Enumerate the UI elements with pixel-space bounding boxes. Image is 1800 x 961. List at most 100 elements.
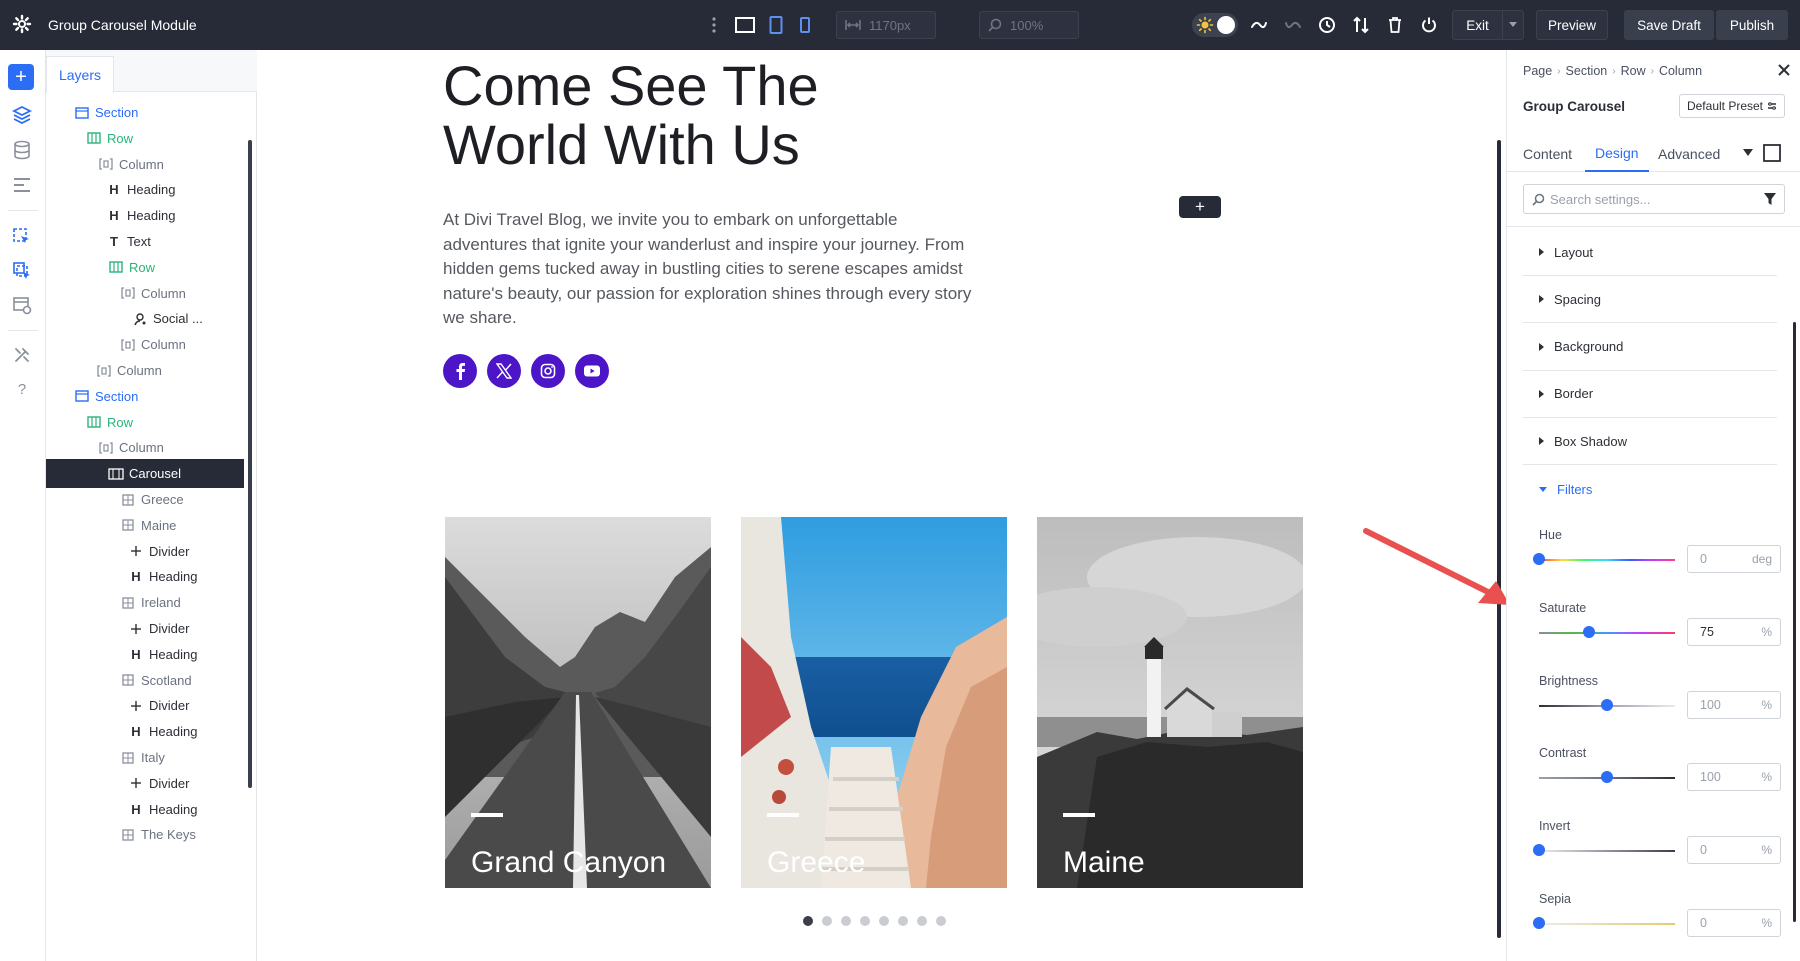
gear-icon[interactable] [12,14,32,34]
theme-toggle[interactable] [1192,13,1238,37]
filter-input-saturate[interactable]: 75% [1687,617,1781,646]
cursor-select-icon[interactable] [11,226,33,248]
carousel-dot[interactable] [822,916,832,926]
filter-input-sepia[interactable]: 0% [1687,909,1781,937]
exit-button[interactable]: Exit [1452,10,1502,40]
layer-node-row[interactable]: Row [46,253,244,282]
layer-node-section[interactable]: Section [46,382,244,411]
layer-node-heading[interactable]: H Heading [46,717,244,746]
hero-heading[interactable]: Come See The World With Us [443,56,1003,174]
tab-content[interactable]: Content [1523,136,1572,172]
exit-dropdown-button[interactable] [1502,10,1524,40]
x-icon[interactable] [487,354,521,388]
filter-slider-invert[interactable] [1533,844,1675,857]
facebook-icon[interactable] [443,354,477,388]
layer-node-ireland[interactable]: Ireland [46,588,244,617]
tab-layers[interactable]: Layers [46,56,114,93]
layer-node-text[interactable]: T Text [46,227,244,256]
history-icon[interactable] [1316,14,1338,36]
add-module-button[interactable]: + [8,64,34,90]
filter-input-invert[interactable]: 0% [1687,836,1781,865]
layer-node-section[interactable]: Section [46,98,244,127]
layer-node-divider[interactable]: Divider [46,614,244,643]
layer-node-column[interactable]: Column [46,356,244,385]
carousel-dot[interactable] [936,916,946,926]
settings-group-filters[interactable]: Filters [1523,466,1777,513]
carousel-dot[interactable] [917,916,927,926]
filter-input-contrast[interactable]: 100% [1687,763,1781,792]
more-vertical-icon[interactable] [703,14,725,36]
trash-icon[interactable] [1384,14,1406,36]
breadcrumb-item[interactable]: Section [1566,64,1608,78]
filter-slider-brightness[interactable] [1539,698,1675,711]
layer-node-column[interactable]: Column [46,279,244,308]
layer-node-row[interactable]: Row [46,408,244,437]
filter-input-brightness[interactable]: 100% [1687,690,1781,719]
layer-node-maine[interactable]: Maine [46,511,244,540]
save-draft-button[interactable]: Save Draft [1624,10,1714,40]
slider-handle[interactable] [1533,917,1545,929]
width-field[interactable]: 1170px [836,11,936,39]
layer-node-divider[interactable]: Divider [46,537,244,566]
carousel-dot[interactable] [803,916,813,926]
layer-node-italy[interactable]: Italy [46,743,244,772]
redo-icon[interactable] [1282,14,1304,36]
layer-node-column[interactable]: Column [46,330,244,359]
layer-node-heading[interactable]: H Heading [46,795,244,824]
carousel-dot[interactable] [879,916,889,926]
tools-icon[interactable] [11,344,33,366]
layer-node-column[interactable]: Column [46,150,244,179]
tab-design[interactable]: Design [1585,136,1649,172]
close-icon[interactable] [1777,63,1791,77]
layer-node-heading[interactable]: H Heading [46,175,244,204]
carousel-dot[interactable] [841,916,851,926]
structure-icon[interactable] [11,174,33,196]
layers-scrollbar[interactable] [248,140,252,788]
youtube-icon[interactable] [575,354,609,388]
tab-advanced[interactable]: Advanced [1658,136,1720,172]
instagram-icon[interactable] [531,354,565,388]
settings-group-spacing[interactable]: Spacing [1523,276,1777,324]
layer-node-carousel[interactable]: Carousel [46,459,244,489]
layers-icon[interactable] [11,104,33,126]
multi-select-icon[interactable] [11,260,33,282]
breadcrumb-item[interactable]: Row [1621,64,1646,78]
carousel-card-maine[interactable]: Maine [1037,517,1303,888]
filter-icon[interactable] [1764,193,1776,206]
filter-slider-hue[interactable] [1533,553,1675,565]
layer-node-divider[interactable]: Divider [46,769,244,798]
layer-node-the-keys[interactable]: The Keys [46,820,244,849]
database-icon[interactable] [11,139,33,161]
layer-node-heading[interactable]: H Heading [46,562,244,591]
help-icon[interactable]: ? [11,378,33,400]
preset-dropdown[interactable]: Default Preset [1679,94,1785,118]
slider-handle[interactable] [1601,771,1613,784]
tablet-view-icon[interactable] [765,14,787,36]
settings-group-background[interactable]: Background [1523,324,1777,371]
layer-node-row[interactable]: Row [46,124,244,153]
breadcrumb-item[interactable]: Column [1659,64,1702,78]
publish-button[interactable]: Publish [1716,10,1788,40]
hero-text[interactable]: At Divi Travel Blog, we invite you to em… [443,208,973,331]
add-row-button[interactable]: + [1179,196,1221,218]
breadcrumb-item[interactable]: Page [1523,64,1552,78]
carousel-card-greece[interactable]: Greece [741,517,1007,888]
layer-node-social[interactable]: Social ... [46,304,244,333]
layer-node-scotland[interactable]: Scotland [46,666,244,695]
settings-scrollbar[interactable] [1793,322,1796,922]
settings-group-layout[interactable]: Layout [1523,229,1777,276]
phone-view-icon[interactable] [794,14,816,36]
layout-settings-icon[interactable] [11,294,33,316]
chevron-down-icon[interactable] [1743,149,1753,157]
layer-node-greece[interactable]: Greece [46,485,244,514]
settings-group-border[interactable]: Border [1523,371,1777,418]
preview-button[interactable]: Preview [1536,10,1608,40]
carousel-card-grand-canyon[interactable]: Grand Canyon [445,517,711,888]
settings-group-box-shadow[interactable]: Box Shadow [1523,418,1777,466]
layer-node-divider[interactable]: Divider [46,691,244,720]
sort-icon[interactable] [1350,14,1372,36]
slider-handle[interactable] [1533,553,1545,565]
desktop-view-icon[interactable] [734,14,756,36]
search-settings-input[interactable]: Search settings... [1523,184,1785,214]
slider-handle[interactable] [1601,698,1613,711]
